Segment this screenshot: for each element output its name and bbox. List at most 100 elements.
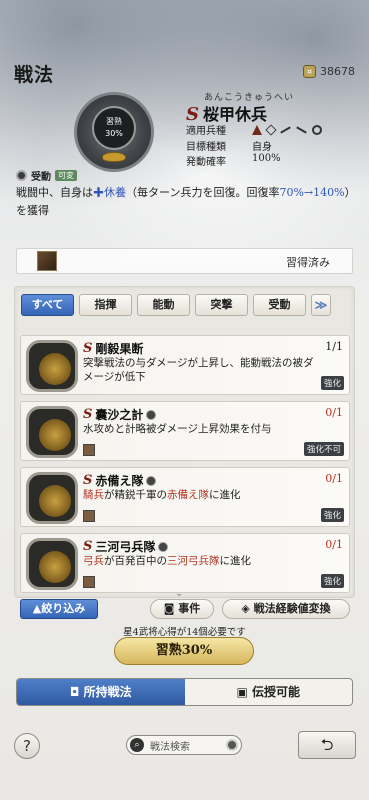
skill-type: 受動 xyxy=(31,172,51,183)
info-row-units: 適用兵種 xyxy=(186,122,322,137)
convert-exp-button[interactable]: ◈ 戦法経験値変換 xyxy=(222,599,350,619)
currency-display: ¤ 38678 xyxy=(303,62,361,80)
list-item[interactable]: S 剛毅果断 1/1 突撃戦法の与ダメージが上昇し、能動戦法の被ダメージが低下 強… xyxy=(20,335,350,395)
tab-teachable[interactable]: ▣ 伝授可能 xyxy=(185,679,353,705)
card-count: 1/1 xyxy=(325,340,343,353)
mastery-button[interactable]: 習熟30% xyxy=(114,637,254,665)
card-desc: 弓兵が百発百中の三河弓兵隊に進化 xyxy=(83,555,251,567)
skill-type-row: 受動 可変 xyxy=(16,168,77,183)
emblem-mastery: 習熟 30% xyxy=(92,106,136,150)
convert-label: 戦法経験値変換 xyxy=(253,602,331,615)
avatar xyxy=(37,251,57,271)
skill-emblem: 習熟 30% xyxy=(70,88,158,176)
teachable-icon: ▣ xyxy=(236,685,252,699)
learned-label: 習得済み xyxy=(286,256,330,269)
card-name: 三河弓兵隊 xyxy=(95,540,156,554)
avatar xyxy=(83,510,95,522)
cavalry-icon xyxy=(265,123,277,136)
filter-label: 絞り込み xyxy=(41,602,86,615)
coin-icon: ¤ xyxy=(303,64,316,78)
skill-icon xyxy=(24,470,80,526)
info-key: 目標種類 xyxy=(186,142,226,153)
list-mode-toggle: ◘ 所持戦法 ▣ 伝授可能 xyxy=(16,678,353,706)
desc-text: （毎ターン兵力を回復。回復率 xyxy=(126,186,280,199)
card-desc: 騎兵が精鋭千軍の赤備え隊に進化 xyxy=(83,489,241,501)
card-desc: 突撃戦法の与ダメージが上昇し、能動戦法の被ダメージが低下 xyxy=(83,357,314,383)
bow-icon xyxy=(280,125,291,134)
list-item[interactable]: S 三河弓兵隊 0/1 弓兵が百発百中の三河弓兵隊に進化 強化 xyxy=(20,533,350,593)
tabs-more-button[interactable]: ≫ xyxy=(311,294,331,316)
help-button[interactable]: ? xyxy=(14,733,40,759)
grow-badge: 可変 xyxy=(55,170,77,181)
status-badge: 強化 xyxy=(320,574,344,588)
card-title: S 剛毅果断 xyxy=(83,340,143,357)
tab-all[interactable]: すべて xyxy=(21,294,74,316)
card-rank: S xyxy=(83,341,93,356)
card-rank: S xyxy=(83,539,93,554)
unit-icons xyxy=(252,122,322,137)
card-title: S 三河弓兵隊 xyxy=(83,538,169,555)
gun-icon xyxy=(296,125,307,134)
card-title: S 赤備え隊 xyxy=(83,472,157,489)
desc-text: 戦闘中、自身は xyxy=(16,186,93,199)
owned-icon: ◘ xyxy=(69,685,84,699)
spear-icon xyxy=(252,124,262,135)
active-type-icon xyxy=(146,409,157,420)
tab-command[interactable]: 指揮 xyxy=(79,294,132,316)
gold-ornament-icon xyxy=(102,152,126,162)
event-button[interactable]: ◙ 事件 xyxy=(150,599,214,619)
card-count: 0/1 xyxy=(325,472,343,485)
search-placeholder: 戦法検索 xyxy=(150,741,190,753)
card-desc: 水攻めと計略被ダメージ上昇効果を付与 xyxy=(83,423,272,435)
search-icon: ⌕ xyxy=(130,738,144,752)
avatar xyxy=(83,444,95,456)
info-value: 100% xyxy=(252,153,281,164)
status-badge: 強化 xyxy=(320,376,344,390)
troop-type-icon xyxy=(158,541,169,552)
info-key: 適用兵種 xyxy=(186,126,226,137)
tab-active[interactable]: 能動 xyxy=(137,294,190,316)
skill-icon xyxy=(24,404,80,460)
desc-rate: 70%→140% xyxy=(279,186,345,199)
card-rank: S xyxy=(83,473,93,488)
card-name: 赤備え隊 xyxy=(95,474,144,488)
rest-effect-link[interactable]: ✚休養 xyxy=(93,186,126,199)
card-count: 0/1 xyxy=(325,406,343,419)
filter-icon: ▲ xyxy=(32,602,42,615)
skill-icon xyxy=(24,338,80,394)
list-item[interactable]: S 囊沙之計 0/1 水攻めと計略被ダメージ上昇効果を付与 強化不可 xyxy=(20,401,350,461)
card-name: 囊沙之計 xyxy=(95,408,144,422)
troop-type-icon xyxy=(146,475,157,486)
skill-search-input[interactable]: ⌕ 戦法検索 xyxy=(126,735,242,755)
avatar xyxy=(83,576,95,588)
page-title: 戦法 xyxy=(14,64,55,86)
convert-icon: ◈ xyxy=(241,602,254,615)
skill-list-panel: すべて 指揮 能動 突撃 受動 ≫ S 剛毅果断 1/1 突撃戦法の与ダメージが上… xyxy=(14,286,355,599)
skill-icon xyxy=(24,536,80,592)
info-row-target: 目標種類 自身 xyxy=(186,138,272,153)
emblem-mastery-label: 習熟 xyxy=(106,117,122,126)
info-key: 発動確率 xyxy=(186,157,226,168)
back-button[interactable]: ⮌ xyxy=(298,731,356,759)
status-badge: 強化 xyxy=(320,508,344,522)
list-item[interactable]: S 赤備え隊 0/1 騎兵が精鋭千軍の赤備え隊に進化 強化 xyxy=(20,467,350,527)
tab-owned-skills[interactable]: ◘ 所持戦法 xyxy=(17,679,185,705)
filter-button[interactable]: ▲絞り込み xyxy=(20,599,98,619)
chevron-down-icon: ⌄ xyxy=(175,588,184,599)
target-icon xyxy=(226,739,238,751)
owned-label: 所持戦法 xyxy=(83,685,132,699)
skill-description: 戦闘中、自身は✚休養（毎ターン兵力を回復。回復率70%→140%）を獲得 xyxy=(16,184,356,220)
teachable-label: 伝授可能 xyxy=(252,685,301,699)
emblem-mastery-value: 30% xyxy=(105,129,123,138)
info-value: 自身 xyxy=(252,142,272,153)
currency-value: 38678 xyxy=(320,64,355,78)
tab-passive[interactable]: 受動 xyxy=(253,294,306,316)
status-badge: 強化不可 xyxy=(303,442,344,456)
filter-tabs: すべて 指揮 能動 突撃 受動 ≫ xyxy=(21,294,331,316)
tab-assault[interactable]: 突撃 xyxy=(195,294,248,316)
learned-bar[interactable]: 習得済み xyxy=(16,248,353,274)
effect-name: 休養 xyxy=(104,186,126,199)
event-label: 事件 xyxy=(178,602,201,615)
card-count: 0/1 xyxy=(325,538,343,551)
card-name: 剛毅果断 xyxy=(95,342,144,356)
